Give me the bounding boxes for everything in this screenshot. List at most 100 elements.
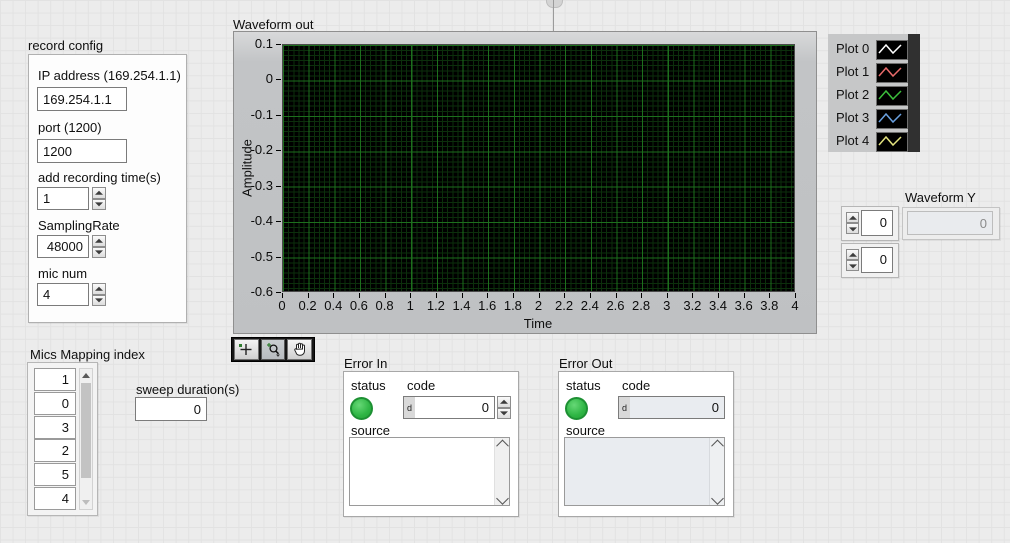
error-in-source-label: source <box>351 423 390 438</box>
error-in-code-field[interactable]: d 0 <box>403 396 495 419</box>
add-recording-time-field[interactable] <box>37 187 89 210</box>
y-tick-mark <box>276 44 281 45</box>
legend-row-plot-3[interactable]: Plot 3 <box>828 107 920 130</box>
array-cell[interactable]: 3 <box>34 416 76 439</box>
legend-plot-swatch[interactable] <box>876 132 908 152</box>
plot-line-icon <box>877 133 905 149</box>
add-recording-time-label: add recording time(s) <box>38 170 161 185</box>
scroll-down-button[interactable] <box>495 492 509 505</box>
error-in-label: Error In <box>344 356 387 371</box>
radix-indicator[interactable]: d <box>404 397 415 418</box>
waveform-y-index-1: 0 <box>841 243 899 278</box>
increment-button[interactable] <box>92 187 106 199</box>
plot-legend: Plot 0 Plot 1 Plot 2 Plot 3 Plot 4 <box>828 34 920 152</box>
hand-icon <box>291 342 309 357</box>
index-spinner[interactable] <box>846 212 859 234</box>
scroll-down-button[interactable] <box>80 496 92 509</box>
pane-splitter-line <box>553 0 554 31</box>
array-cell[interactable]: 4 <box>34 487 76 510</box>
legend-row-plot-2[interactable]: Plot 2 <box>828 84 920 107</box>
scrollbar-thumb[interactable] <box>81 383 91 478</box>
sampling-rate-spinner[interactable] <box>92 235 106 258</box>
y-tick-label: 0.1 <box>232 36 273 51</box>
sampling-rate-label: SamplingRate <box>38 218 120 233</box>
array-cell[interactable]: 5 <box>34 463 76 486</box>
waveform-y-element-value: 0 <box>907 211 993 235</box>
legend-plot-swatch[interactable] <box>876 109 908 129</box>
array-cell[interactable]: 2 <box>34 439 76 462</box>
mics-mapping-array: 103254 <box>27 362 98 516</box>
cursor-move-tool-button[interactable] <box>234 339 259 360</box>
crosshair-icon <box>237 342 255 357</box>
increment-button[interactable] <box>846 249 859 260</box>
pane-splitter-handle[interactable] <box>546 0 563 8</box>
y-tick-label: -0.6 <box>232 284 273 299</box>
plot-line-icon <box>877 87 905 103</box>
decrement-button[interactable] <box>92 199 106 211</box>
mic-num-spinner[interactable] <box>92 283 106 306</box>
array-cell[interactable]: 0 <box>34 392 76 415</box>
mics-mapping-scrollbar[interactable] <box>79 368 93 510</box>
y-tick-mark <box>276 221 281 222</box>
increment-button[interactable] <box>497 396 511 408</box>
decrement-button[interactable] <box>92 295 106 307</box>
index-spinner[interactable] <box>846 249 859 271</box>
radix-indicator: d <box>619 397 630 418</box>
y-tick-mark <box>276 150 281 151</box>
port-field[interactable] <box>37 139 127 163</box>
record-config-label: record config <box>28 38 103 53</box>
y-tick-label: -0.5 <box>232 249 273 264</box>
array-cell[interactable]: 1 <box>34 368 76 391</box>
decrement-button[interactable] <box>92 247 106 259</box>
index-value[interactable]: 0 <box>861 247 893 273</box>
scroll-down-button[interactable] <box>710 492 724 505</box>
legend-row-plot-4[interactable]: Plot 4 <box>828 130 920 153</box>
labview-front-panel: record config IP address (169.254.1.1) p… <box>0 0 1010 543</box>
legend-label: Plot 2 <box>836 87 869 102</box>
sweep-duration-label: sweep duration(s) <box>136 382 239 397</box>
scroll-up-button[interactable] <box>710 438 724 451</box>
increment-button[interactable] <box>92 235 106 247</box>
legend-plot-swatch[interactable] <box>876 86 908 106</box>
waveform-y-element-container: 0 <box>902 207 1000 240</box>
add-recording-time-spinner[interactable] <box>92 187 106 210</box>
scroll-up-button[interactable] <box>495 438 509 451</box>
y-tick-mark <box>276 257 281 258</box>
y-tick-mark <box>276 292 281 293</box>
decrement-button[interactable] <box>497 408 511 420</box>
legend-plot-swatch[interactable] <box>876 40 908 60</box>
decrement-button[interactable] <box>846 223 859 234</box>
pan-tool-button[interactable] <box>287 339 312 360</box>
sampling-rate-field[interactable] <box>37 235 89 258</box>
index-value[interactable]: 0 <box>861 210 893 236</box>
legend-row-plot-1[interactable]: Plot 1 <box>828 61 920 84</box>
sweep-duration-field[interactable] <box>135 397 207 421</box>
x-tick-label: 4 <box>780 298 810 313</box>
code-value: 0 <box>630 400 724 415</box>
legend-row-plot-0[interactable]: Plot 0 <box>828 38 920 61</box>
waveform-chart-title: Waveform out <box>233 17 313 32</box>
legend-plot-swatch[interactable] <box>876 63 908 83</box>
error-out-code-label: code <box>622 378 650 393</box>
waveform-plot-area[interactable] <box>282 44 795 292</box>
decrement-button[interactable] <box>846 260 859 271</box>
error-in-code-label: code <box>407 378 435 393</box>
zoom-tool-button[interactable] <box>261 339 286 360</box>
increment-button[interactable] <box>92 283 106 295</box>
error-out-status-label: status <box>566 378 601 393</box>
legend-label: Plot 4 <box>836 133 869 148</box>
error-in-code-spinner[interactable] <box>497 396 511 419</box>
y-tick-mark <box>276 186 281 187</box>
error-in-status-led[interactable] <box>350 397 373 420</box>
waveform-y-label: Waveform Y <box>905 190 976 205</box>
ip-address-field[interactable] <box>37 87 127 111</box>
mics-mapping-label: Mics Mapping index <box>30 347 145 362</box>
y-tick-label: -0.1 <box>232 107 273 122</box>
mic-num-field[interactable] <box>37 283 89 306</box>
scroll-up-button[interactable] <box>80 369 92 382</box>
increment-button[interactable] <box>846 212 859 223</box>
error-in-source-field[interactable] <box>349 437 510 506</box>
y-tick-label: 0 <box>232 71 273 86</box>
graph-palette <box>231 337 315 362</box>
error-out-source-field <box>564 437 725 506</box>
